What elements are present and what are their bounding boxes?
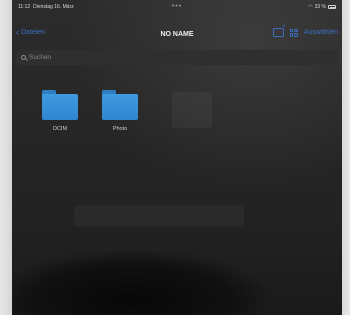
folder-icon	[102, 90, 138, 120]
status-left: 11:12 Dienstag 16. März	[18, 4, 74, 10]
new-folder-icon[interactable]	[272, 24, 286, 37]
status-time: 11:12	[18, 4, 31, 10]
folder-icon	[42, 90, 78, 120]
folder-item-photo[interactable]: Photo	[100, 90, 140, 132]
page-title: NO NAME	[160, 30, 194, 38]
status-date: Dienstag 16. März	[33, 4, 74, 10]
screen-reflection	[172, 92, 212, 128]
multitasking-dots-icon[interactable]: •••	[172, 3, 182, 10]
search-placeholder: Suchen	[29, 54, 52, 61]
screen-reflection-strip	[74, 205, 244, 227]
battery-icon	[328, 5, 336, 9]
status-bar: 11:12 Dienstag 16. März ••• ◠ 33 %	[12, 0, 342, 14]
search-input[interactable]: Suchen	[16, 50, 338, 65]
chevron-left-icon: ‹	[16, 27, 19, 37]
folder-label: DCIM	[52, 126, 68, 132]
view-options-icon[interactable]	[289, 28, 298, 37]
tablet-screen: 11:12 Dienstag 16. März ••• ◠ 33 % ‹ Dat…	[12, 0, 342, 315]
status-right: ◠ 33 %	[308, 4, 336, 10]
back-button-label: Dateien	[21, 29, 46, 36]
navigation-bar: ‹ Dateien NO NAME Auswählen	[12, 24, 342, 44]
wifi-icon: ◠	[308, 4, 313, 10]
battery-percent: 33 %	[314, 4, 326, 10]
back-button[interactable]: ‹ Dateien	[16, 28, 45, 37]
search-icon	[21, 55, 26, 60]
folder-item-dcim[interactable]: DCIM	[40, 90, 80, 132]
nav-actions: Auswählen	[272, 24, 338, 37]
folder-label: Photo	[112, 126, 128, 132]
select-button[interactable]: Auswählen	[304, 29, 338, 36]
